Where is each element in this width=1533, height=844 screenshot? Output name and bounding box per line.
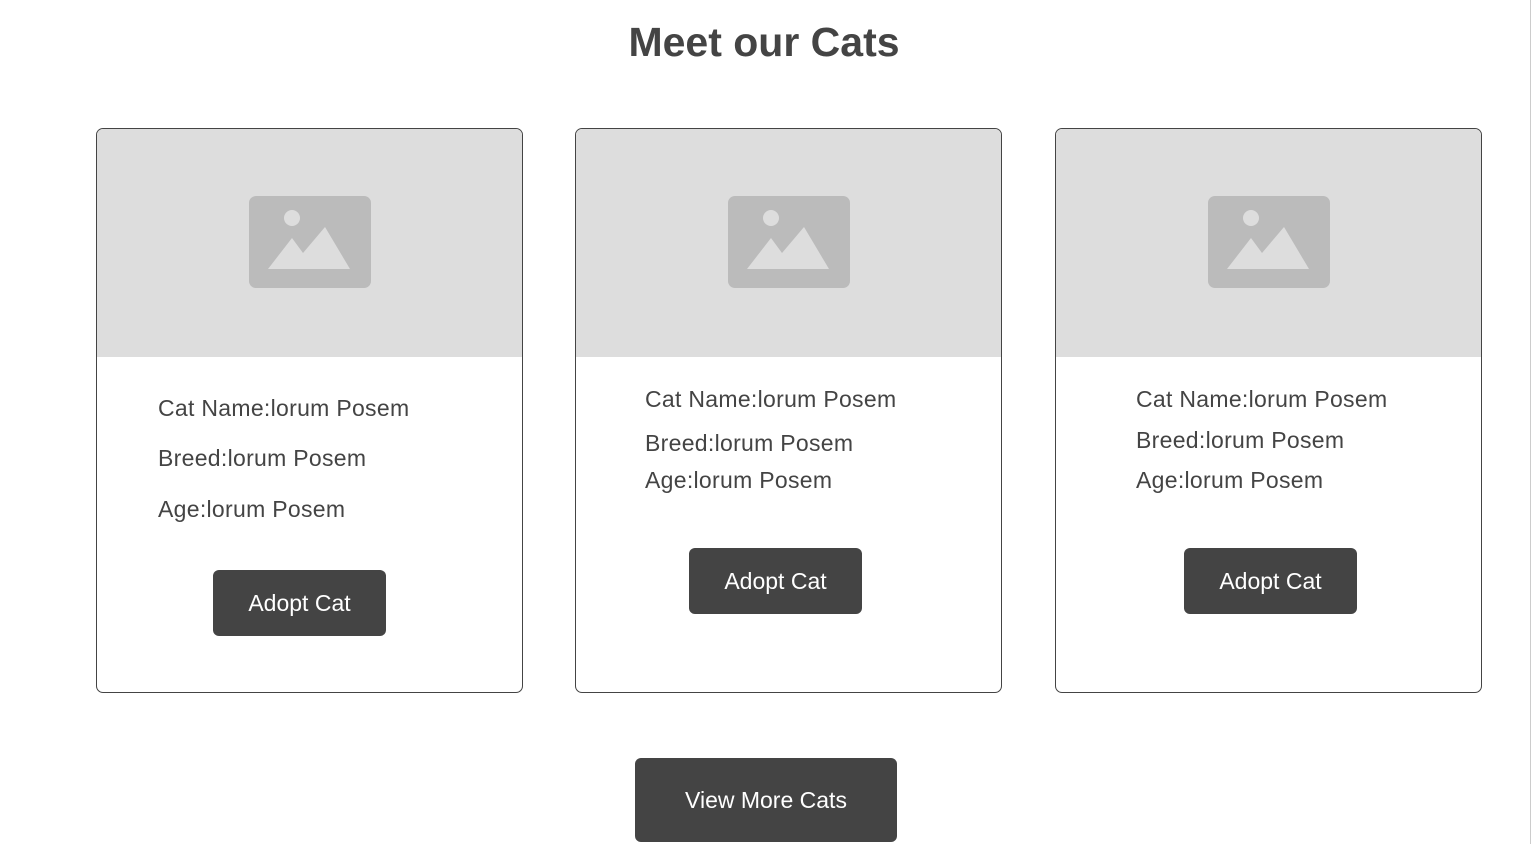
adopt-cat-button[interactable]: Adopt Cat [689, 548, 862, 614]
cat-name: Cat Name:lorum Posem [158, 395, 410, 421]
cat-image-placeholder [1056, 129, 1481, 357]
cat-image-placeholder [576, 129, 1001, 357]
view-more-cats-button[interactable]: View More Cats [635, 758, 897, 842]
cat-image-placeholder [97, 129, 522, 357]
cat-breed: Breed:lorum Posem [645, 430, 854, 456]
cat-age: Age:lorum Posem [1136, 467, 1324, 493]
cat-name: Cat Name:lorum Posem [645, 386, 897, 412]
page-title: Meet our Cats [628, 19, 900, 65]
cat-name: Cat Name:lorum Posem [1136, 386, 1388, 412]
image-placeholder-icon [1208, 196, 1330, 288]
cat-card: Cat Name:lorum Posem Breed:lorum Posem A… [96, 128, 523, 693]
adopt-cat-button[interactable]: Adopt Cat [1184, 548, 1357, 614]
image-placeholder-icon [249, 196, 371, 288]
page-edge-divider [1530, 0, 1531, 844]
cat-card: Cat Name:lorum Posem Breed:lorum Posem A… [1055, 128, 1482, 693]
image-placeholder-icon [728, 196, 850, 288]
cat-age: Age:lorum Posem [645, 467, 833, 493]
cat-age: Age:lorum Posem [158, 496, 346, 522]
cat-breed: Breed:lorum Posem [158, 445, 367, 471]
cat-card: Cat Name:lorum Posem Breed:lorum Posem A… [575, 128, 1002, 693]
cat-breed: Breed:lorum Posem [1136, 427, 1345, 453]
adopt-cat-button[interactable]: Adopt Cat [213, 570, 386, 636]
